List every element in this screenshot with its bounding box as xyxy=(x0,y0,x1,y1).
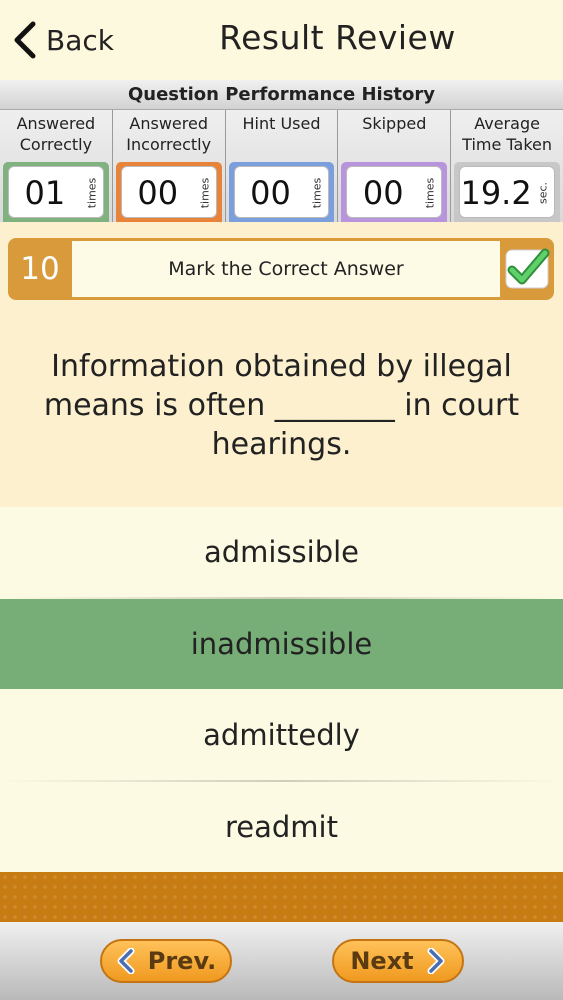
stat-value: 00 xyxy=(250,174,291,212)
performance-panel: Question Performance History Answered Co… xyxy=(0,80,563,222)
stat-label-line2: Correctly xyxy=(19,135,93,154)
stat-label-line1: Answered xyxy=(129,114,208,133)
answer-option[interactable]: admittedly xyxy=(0,690,563,780)
prev-label: Prev. xyxy=(147,947,217,975)
question-number: 10 xyxy=(20,251,60,287)
stat-label: Hint Used xyxy=(226,110,338,158)
stat-value: 19.2 xyxy=(460,174,532,212)
answer-option[interactable]: admissible xyxy=(0,507,563,597)
question-type-label: Mark the Correct Answer xyxy=(72,241,500,297)
stat-label-line2: Time Taken xyxy=(462,135,553,154)
stat-label: Answered Correctly xyxy=(0,110,112,158)
stat-value: 00 xyxy=(362,174,404,212)
chevron-right-icon xyxy=(427,948,445,974)
stat-skipped: Skipped 00 times xyxy=(338,110,452,222)
stat-unit: times xyxy=(310,177,324,209)
stat-box: 00 times xyxy=(228,162,335,222)
stat-average-time: Average Time Taken 19.2 sec. xyxy=(451,110,563,222)
question-text: Information obtained by illegal means is… xyxy=(43,349,520,462)
back-label: Back xyxy=(46,23,114,57)
stat-box: 00 times xyxy=(341,162,448,222)
answer-option[interactable]: readmit xyxy=(0,782,563,872)
answer-option-selected[interactable]: inadmissible xyxy=(0,599,563,689)
question-area: 10 Mark the Correct Answer Information o… xyxy=(0,222,563,507)
stat-label-line2: Incorrectly xyxy=(126,135,212,154)
stat-unit: times xyxy=(85,177,99,209)
correct-status xyxy=(500,238,554,300)
performance-title: Question Performance History xyxy=(0,80,563,110)
stat-label-line1: Answered xyxy=(16,114,96,133)
stat-label-line1: Hint Used xyxy=(242,114,321,133)
decorative-pattern-band xyxy=(0,872,563,922)
stat-value: 00 xyxy=(137,174,179,212)
stat-answered-correctly: Answered Correctly 01 times xyxy=(0,110,113,222)
chevron-left-icon xyxy=(117,948,135,974)
stat-value: 01 xyxy=(24,174,66,212)
stat-label: Answered Incorrectly xyxy=(113,110,225,158)
chevron-left-icon xyxy=(14,21,36,59)
stat-label-line1: Average xyxy=(474,114,540,133)
question-header-bar: 10 Mark the Correct Answer xyxy=(8,238,554,300)
stat-unit: sec. xyxy=(536,181,550,205)
header: Back Result Review xyxy=(0,0,563,80)
stat-box: 00 times xyxy=(115,162,222,222)
stat-box: 19.2 sec. xyxy=(454,162,560,222)
stat-hint-used: Hint Used 00 times xyxy=(225,110,339,222)
checkmark-icon xyxy=(505,248,550,289)
stat-label: Average Time Taken xyxy=(451,110,563,158)
stat-label-line1: Skipped xyxy=(362,114,427,133)
prev-button[interactable]: Prev. xyxy=(100,939,232,983)
back-button[interactable]: Back xyxy=(12,18,114,62)
stat-unit: times xyxy=(198,177,212,209)
stat-label: Skipped xyxy=(338,110,450,158)
stat-unit: times xyxy=(423,177,437,209)
next-label: Next xyxy=(350,947,414,975)
page-title: Result Review xyxy=(219,18,456,57)
stat-answered-incorrectly: Answered Incorrectly 00 times xyxy=(112,110,226,222)
footer-bar: Prev. Next xyxy=(0,922,563,1000)
next-button[interactable]: Next xyxy=(332,939,464,983)
stat-box: 01 times xyxy=(3,162,109,222)
